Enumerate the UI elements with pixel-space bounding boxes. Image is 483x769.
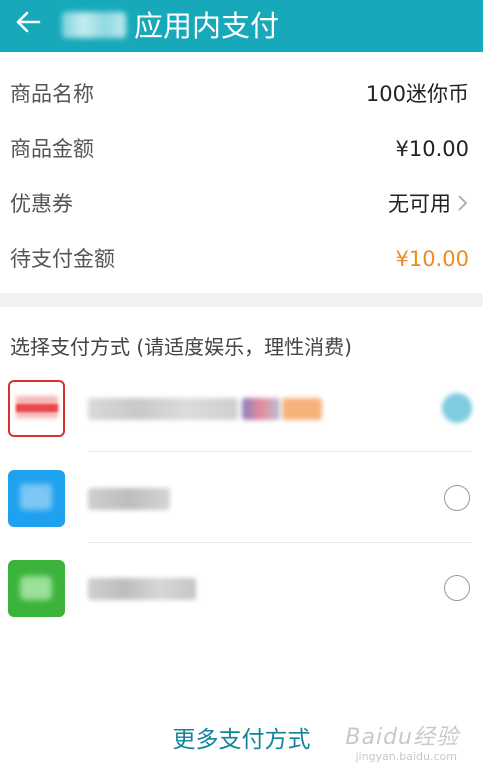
- coupon-value-wrap: 无可用: [388, 189, 469, 220]
- divider: [88, 451, 471, 452]
- payment-method-card[interactable]: [0, 380, 483, 460]
- amount-due-label: 待支付金额: [10, 247, 115, 271]
- product-amount-label: 商品金额: [10, 137, 94, 161]
- alipay-icon: [8, 470, 65, 527]
- chevron-right-icon: [457, 190, 469, 220]
- section-divider: [0, 293, 483, 307]
- product-name-value: 100迷你币: [365, 82, 469, 106]
- amount-due-row: 待支付金额 ¥10.00: [0, 232, 483, 287]
- watermark-url: jingyan.baidu.com: [355, 750, 457, 763]
- payment-method-name-redacted: [88, 398, 238, 420]
- payment-method-badge-redacted: [242, 398, 280, 420]
- payment-method-wechat[interactable]: [0, 560, 483, 640]
- coupon-value: 无可用: [388, 192, 451, 216]
- payment-method-name-redacted: [88, 488, 170, 510]
- watermark-logo: Baidu经验: [345, 725, 459, 750]
- payment-method-name-redacted: [88, 578, 196, 600]
- wechat-pay-icon: [8, 560, 65, 617]
- radio-button[interactable]: [444, 575, 470, 601]
- coupon-row[interactable]: 优惠券 无可用: [0, 177, 483, 232]
- app-name-redacted: [62, 12, 126, 38]
- arrow-left-icon: [15, 9, 41, 39]
- product-name-row: 商品名称 100迷你币: [0, 67, 483, 122]
- back-button[interactable]: [10, 6, 46, 42]
- app-header: 应用内支付: [0, 0, 483, 52]
- coupon-label: 优惠券: [10, 192, 73, 216]
- product-amount-row: 商品金额 ¥10.00: [0, 122, 483, 177]
- payment-method-alipay[interactable]: [0, 470, 483, 550]
- payment-section-title: 选择支付方式 (请适度娱乐，理性消费): [10, 335, 352, 359]
- product-name-label: 商品名称: [10, 82, 94, 106]
- product-amount-value: ¥10.00: [395, 137, 469, 161]
- radio-button[interactable]: [444, 485, 470, 511]
- divider: [88, 542, 471, 543]
- amount-due-value: ¥10.00: [395, 247, 469, 271]
- payment-method-tag-redacted: [282, 398, 322, 420]
- radio-selected-icon[interactable]: [442, 393, 472, 423]
- card-payment-icon: [8, 380, 65, 437]
- page-title: 应用内支付: [134, 9, 280, 43]
